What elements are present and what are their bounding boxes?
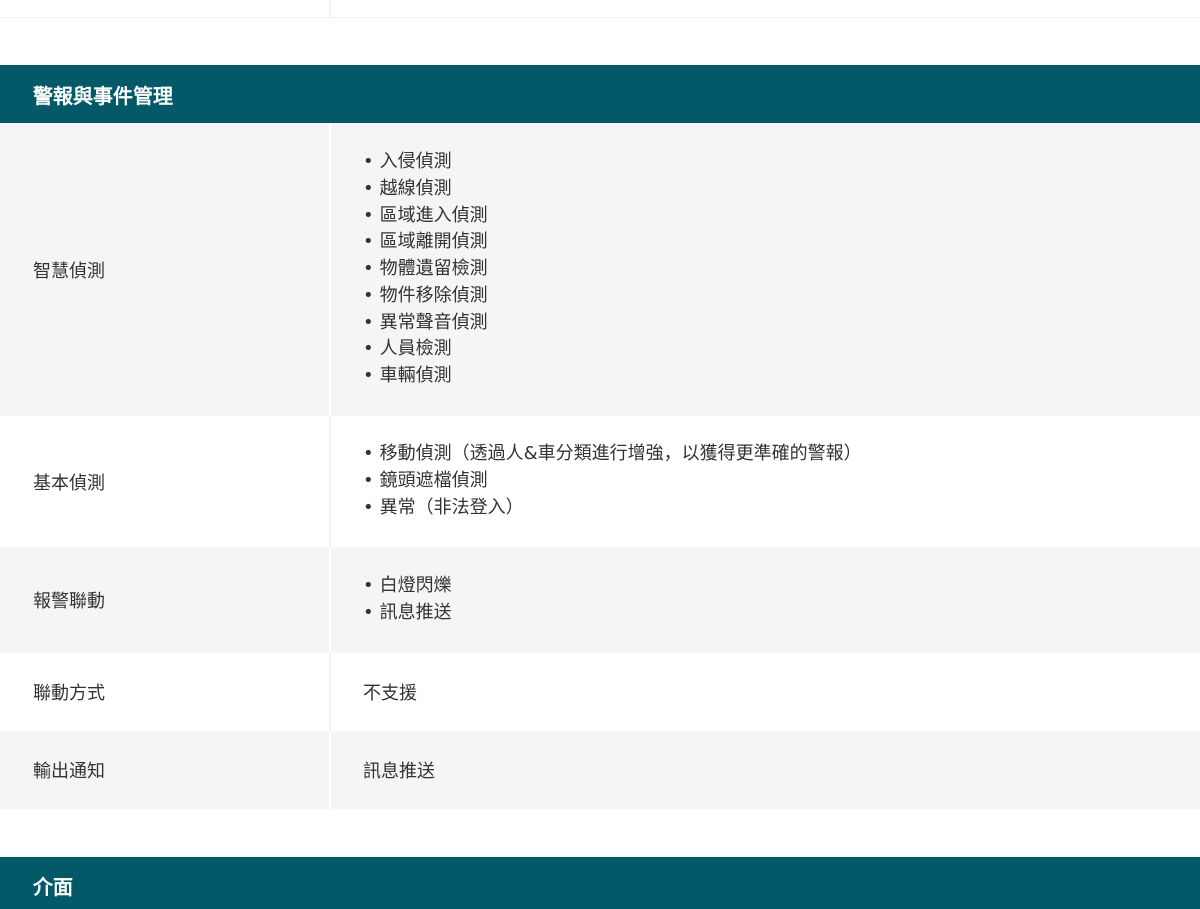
row-value: 移動偵測（透過人&車分類進行增強，以獲得更準確的警報） 鏡頭遮檔偵測 異常（非法… — [331, 416, 1200, 547]
feature-list: 移動偵測（透過人&車分類進行增強，以獲得更準確的警報） 鏡頭遮檔偵測 異常（非法… — [363, 441, 862, 521]
list-item: 物件移除偵測 — [363, 283, 488, 310]
list-item: 人員檢測 — [363, 336, 488, 363]
list-item: 入侵偵測 — [363, 149, 488, 176]
previous-table-row — [0, 0, 1200, 18]
column-divider — [329, 0, 331, 17]
table-row-output-notification: 輸出通知 訊息推送 — [0, 731, 1200, 809]
section-title: 警報與事件管理 — [33, 83, 173, 108]
table-row-smart-detection: 智慧偵測 入侵偵測 越線偵測 區域進入偵測 區域離開偵測 物體遺留檢測 物件移除… — [0, 123, 1200, 416]
row-label: 基本偵測 — [33, 472, 105, 494]
list-item: 白燈閃爍 — [363, 573, 452, 600]
feature-list: 白燈閃爍 訊息推送 — [363, 573, 452, 627]
row-label: 聯動方式 — [33, 683, 105, 704]
row-value: 不支援 — [363, 683, 417, 704]
section-header-alarm: 警報與事件管理 — [0, 65, 1200, 123]
row-label: 輸出通知 — [33, 761, 105, 782]
row-value: 白燈閃爍 訊息推送 — [331, 547, 1200, 653]
section-header-interface: 介面 — [0, 857, 1200, 909]
row-label: 智慧偵測 — [33, 260, 105, 282]
row-value: 入侵偵測 越線偵測 區域進入偵測 區域離開偵測 物體遺留檢測 物件移除偵測 異常… — [331, 123, 1200, 416]
feature-list: 入侵偵測 越線偵測 區域進入偵測 區域離開偵測 物體遺留檢測 物件移除偵測 異常… — [363, 149, 488, 390]
list-item: 物體遺留檢測 — [363, 256, 488, 283]
table-row-basic-detection: 基本偵測 移動偵測（透過人&車分類進行增強，以獲得更準確的警報） 鏡頭遮檔偵測 … — [0, 416, 1200, 547]
table-row-alarm-linkage: 報警聯動 白燈閃爍 訊息推送 — [0, 547, 1200, 653]
list-item: 車輛偵測 — [363, 363, 488, 390]
list-item: 移動偵測（透過人&車分類進行增強，以獲得更準確的警報） — [363, 441, 862, 468]
list-item: 異常（非法登入） — [363, 495, 862, 522]
table-row-linkage-method: 聯動方式 不支援 — [0, 653, 1200, 731]
row-value: 訊息推送 — [363, 761, 435, 782]
row-label: 報警聯動 — [33, 591, 105, 612]
list-item: 異常聲音偵測 — [363, 310, 488, 337]
list-item: 區域離開偵測 — [363, 229, 488, 256]
list-item: 越線偵測 — [363, 176, 488, 203]
list-item: 區域進入偵測 — [363, 203, 488, 230]
list-item: 鏡頭遮檔偵測 — [363, 468, 862, 495]
section-title: 介面 — [33, 874, 73, 899]
list-item: 訊息推送 — [363, 600, 452, 627]
